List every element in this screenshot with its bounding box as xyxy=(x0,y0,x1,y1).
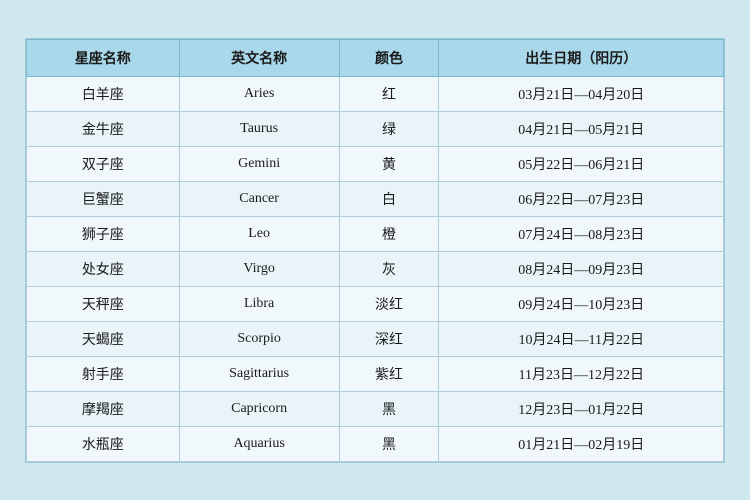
cell-dates: 08月24日—09月23日 xyxy=(439,251,724,286)
cell-dates: 11月23日—12月22日 xyxy=(439,356,724,391)
cell-color: 黄 xyxy=(339,146,439,181)
header-dates: 出生日期（阳历） xyxy=(439,39,724,76)
cell-english-name: Libra xyxy=(179,286,339,321)
cell-color: 淡红 xyxy=(339,286,439,321)
cell-chinese-name: 处女座 xyxy=(27,251,180,286)
cell-chinese-name: 天秤座 xyxy=(27,286,180,321)
table-row: 白羊座Aries红03月21日—04月20日 xyxy=(27,76,724,111)
zodiac-table: 星座名称 英文名称 颜色 出生日期（阳历） 白羊座Aries红03月21日—04… xyxy=(26,39,724,462)
table-body: 白羊座Aries红03月21日—04月20日金牛座Taurus绿04月21日—0… xyxy=(27,76,724,461)
cell-dates: 09月24日—10月23日 xyxy=(439,286,724,321)
cell-color: 白 xyxy=(339,181,439,216)
table-row: 摩羯座Capricorn黑12月23日—01月22日 xyxy=(27,391,724,426)
cell-english-name: Scorpio xyxy=(179,321,339,356)
cell-dates: 01月21日—02月19日 xyxy=(439,426,724,461)
cell-chinese-name: 巨蟹座 xyxy=(27,181,180,216)
cell-english-name: Leo xyxy=(179,216,339,251)
table-row: 处女座Virgo灰08月24日—09月23日 xyxy=(27,251,724,286)
cell-chinese-name: 天蝎座 xyxy=(27,321,180,356)
cell-english-name: Capricorn xyxy=(179,391,339,426)
cell-color: 红 xyxy=(339,76,439,111)
table-row: 水瓶座Aquarius黑01月21日—02月19日 xyxy=(27,426,724,461)
table-row: 巨蟹座Cancer白06月22日—07月23日 xyxy=(27,181,724,216)
cell-chinese-name: 摩羯座 xyxy=(27,391,180,426)
cell-english-name: Gemini xyxy=(179,146,339,181)
cell-english-name: Cancer xyxy=(179,181,339,216)
cell-chinese-name: 金牛座 xyxy=(27,111,180,146)
cell-color: 深红 xyxy=(339,321,439,356)
table-row: 天秤座Libra淡红09月24日—10月23日 xyxy=(27,286,724,321)
table-row: 金牛座Taurus绿04月21日—05月21日 xyxy=(27,111,724,146)
header-english-name: 英文名称 xyxy=(179,39,339,76)
cell-dates: 10月24日—11月22日 xyxy=(439,321,724,356)
cell-color: 黑 xyxy=(339,391,439,426)
table-row: 双子座Gemini黄05月22日—06月21日 xyxy=(27,146,724,181)
cell-english-name: Aries xyxy=(179,76,339,111)
cell-english-name: Taurus xyxy=(179,111,339,146)
cell-english-name: Aquarius xyxy=(179,426,339,461)
cell-dates: 04月21日—05月21日 xyxy=(439,111,724,146)
cell-chinese-name: 狮子座 xyxy=(27,216,180,251)
table-row: 天蝎座Scorpio深红10月24日—11月22日 xyxy=(27,321,724,356)
cell-dates: 12月23日—01月22日 xyxy=(439,391,724,426)
cell-chinese-name: 水瓶座 xyxy=(27,426,180,461)
cell-color: 黑 xyxy=(339,426,439,461)
cell-dates: 06月22日—07月23日 xyxy=(439,181,724,216)
cell-english-name: Virgo xyxy=(179,251,339,286)
table-row: 射手座Sagittarius紫红11月23日—12月22日 xyxy=(27,356,724,391)
cell-color: 橙 xyxy=(339,216,439,251)
cell-dates: 03月21日—04月20日 xyxy=(439,76,724,111)
cell-english-name: Sagittarius xyxy=(179,356,339,391)
header-color: 颜色 xyxy=(339,39,439,76)
header-chinese-name: 星座名称 xyxy=(27,39,180,76)
cell-dates: 07月24日—08月23日 xyxy=(439,216,724,251)
zodiac-table-container: 星座名称 英文名称 颜色 出生日期（阳历） 白羊座Aries红03月21日—04… xyxy=(25,38,725,463)
cell-dates: 05月22日—06月21日 xyxy=(439,146,724,181)
cell-color: 紫红 xyxy=(339,356,439,391)
cell-chinese-name: 双子座 xyxy=(27,146,180,181)
table-header-row: 星座名称 英文名称 颜色 出生日期（阳历） xyxy=(27,39,724,76)
cell-chinese-name: 白羊座 xyxy=(27,76,180,111)
cell-chinese-name: 射手座 xyxy=(27,356,180,391)
cell-color: 灰 xyxy=(339,251,439,286)
cell-color: 绿 xyxy=(339,111,439,146)
table-row: 狮子座Leo橙07月24日—08月23日 xyxy=(27,216,724,251)
